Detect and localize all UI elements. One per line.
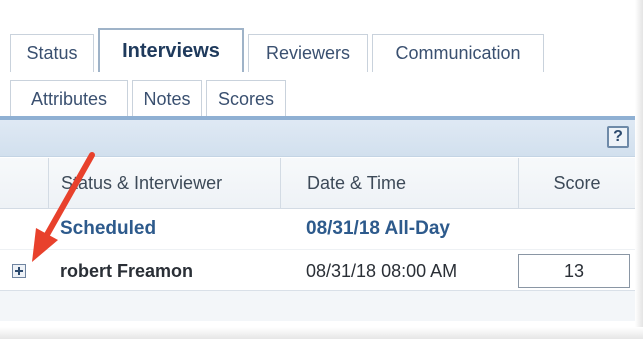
panel-shadow-bottom: [0, 327, 643, 339]
grid-header: Status & Interviewer Date & Time Score: [0, 158, 635, 209]
interviewer-name: robert Freamon: [60, 260, 194, 281]
tab-reviewers[interactable]: Reviewers: [248, 34, 368, 72]
interview-date-time: 08/31/18 08:00 AM: [306, 260, 458, 281]
tab-notes[interactable]: Notes: [132, 80, 202, 118]
table-row[interactable]: robert Freamon 08/31/18 08:00 AM 13: [0, 250, 635, 293]
column-header-score[interactable]: Score: [518, 158, 635, 208]
tab-scores[interactable]: Scores: [206, 80, 286, 118]
help-icon[interactable]: ?: [607, 126, 629, 148]
group-status-label: Scheduled: [60, 218, 157, 239]
score-field[interactable]: 13: [518, 254, 630, 288]
tab-row-primary: Status Interviews Reviewers Communicatio…: [10, 28, 548, 72]
header-expander-cell: [0, 158, 48, 208]
interviews-panel: Status Interviews Reviewers Communicatio…: [0, 0, 643, 339]
tab-row-secondary: Attributes Notes Scores: [10, 80, 290, 118]
tab-attributes[interactable]: Attributes: [10, 80, 128, 118]
tab-communication[interactable]: Communication: [372, 34, 544, 72]
column-header-status-interviewer[interactable]: Status & Interviewer: [48, 158, 280, 208]
group-row-scheduled: Scheduled 08/31/18 All-Day: [0, 209, 635, 250]
panel-shadow-right: [635, 0, 643, 339]
grid-footer: [0, 290, 635, 321]
grid-toolbar: ?: [0, 120, 635, 157]
tab-status[interactable]: Status: [10, 34, 94, 72]
interviews-grid: Status & Interviewer Date & Time Score S…: [0, 158, 635, 293]
group-date-label: 08/31/18 All-Day: [306, 218, 450, 239]
expand-plus-icon[interactable]: [12, 264, 26, 278]
column-header-date-time[interactable]: Date & Time: [280, 158, 518, 208]
tab-interviews[interactable]: Interviews: [98, 28, 244, 72]
